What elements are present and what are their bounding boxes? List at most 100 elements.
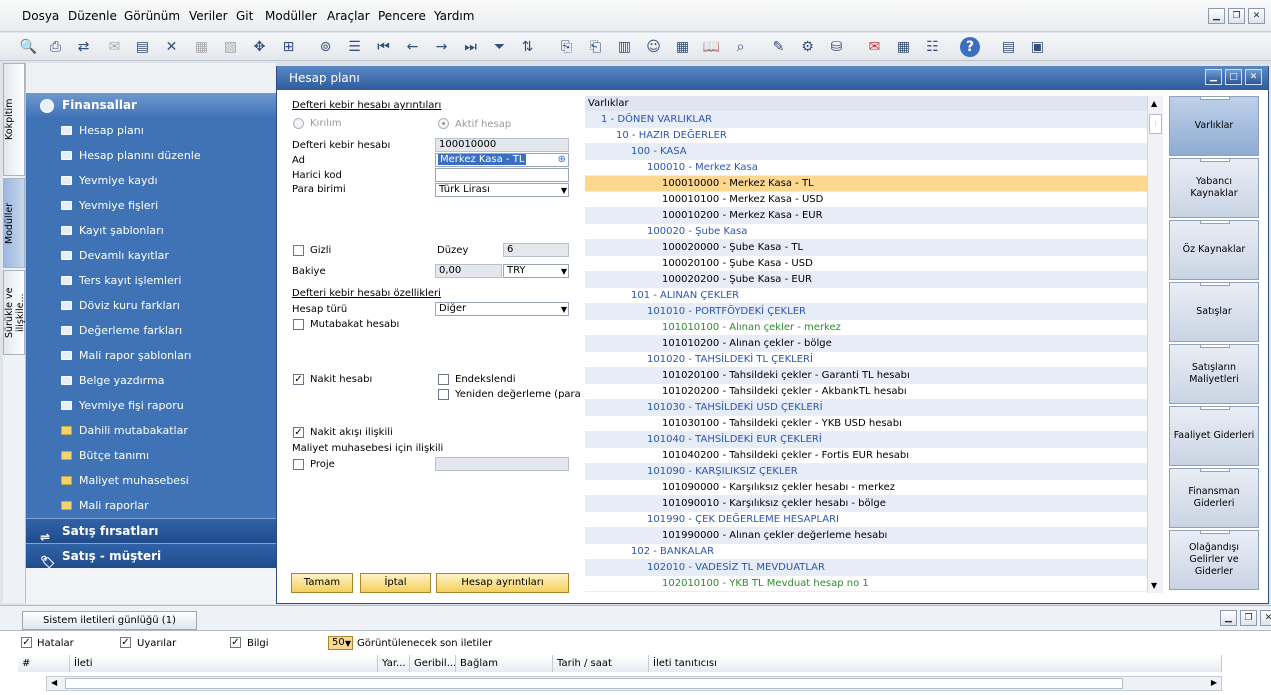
message-count-select[interactable]: 50 ▼ bbox=[328, 636, 353, 650]
next-record-icon[interactable]: → bbox=[431, 36, 452, 57]
tree-row[interactable]: 100020000 - Şube Kasa - TL bbox=[585, 240, 1147, 256]
tree-row[interactable]: 100010 - Merkez Kasa bbox=[585, 160, 1147, 176]
journal-icon[interactable]: ▥ bbox=[614, 36, 635, 57]
layout-icon[interactable]: ▣ bbox=[1027, 36, 1048, 57]
tree-row[interactable]: 102010 - VADESİZ TL MEVDUATLAR bbox=[585, 560, 1147, 576]
tree-row[interactable]: 1 - DÖNEN VARLIKLAR bbox=[585, 112, 1147, 128]
ad-field[interactable]: Merkez Kasa - TL ⊕ bbox=[435, 153, 569, 167]
log-minimize-icon[interactable]: ▁ bbox=[1220, 610, 1237, 626]
tree-row[interactable]: 101040 - TAHSİLDEKİ EUR ÇEKLERİ bbox=[585, 432, 1147, 448]
gl-account-field[interactable]: 100010000 bbox=[435, 138, 569, 152]
bakiye-field[interactable]: 0,00 bbox=[435, 264, 502, 278]
scroll-left-icon[interactable]: ◀ bbox=[51, 678, 57, 687]
hscroll-thumb[interactable] bbox=[65, 678, 1123, 689]
tree-row[interactable]: 101040200 - Tahsildeki çekler - Fortis E… bbox=[585, 448, 1147, 464]
menu-gorunum[interactable]: Görünüm bbox=[124, 9, 180, 23]
nav-item[interactable]: Belge yazdırma bbox=[79, 374, 164, 387]
users-icon[interactable]: ☺ bbox=[643, 36, 664, 57]
tree-row[interactable]: 101030100 - Tahsildeki çekler - YKB USD … bbox=[585, 416, 1147, 432]
log-restore-icon[interactable]: ❐ bbox=[1240, 610, 1257, 626]
bilgi-checkbox[interactable]: ✓ bbox=[230, 637, 241, 648]
tamam-button[interactable]: Tamam bbox=[291, 573, 353, 593]
nav-item[interactable]: Döviz kuru farkları bbox=[79, 299, 180, 312]
para-birimi-select[interactable]: Türk Lirası ▼ bbox=[435, 183, 569, 197]
nakit-akisi-checkbox[interactable]: ✓ bbox=[293, 427, 304, 438]
bakiye-currency-select[interactable]: TRY ▼ bbox=[503, 264, 569, 278]
col-geribildirim[interactable]: Geribil... bbox=[410, 655, 456, 672]
menu-moduller[interactable]: Modüller bbox=[265, 9, 317, 23]
edit-icon[interactable]: ✎ bbox=[768, 36, 789, 57]
tree-row[interactable]: 101010100 - Alınan çekler - merkez bbox=[585, 320, 1147, 336]
first-record-icon[interactable]: ⏮ bbox=[373, 36, 394, 57]
drawer-tab[interactable]: Faaliyet Giderleri bbox=[1169, 406, 1259, 466]
filter-icon[interactable]: ⏷ bbox=[489, 36, 510, 57]
tree-row[interactable]: 100020 - Şube Kasa bbox=[585, 224, 1147, 240]
col-ileti[interactable]: İleti bbox=[70, 655, 378, 672]
menu-pencere[interactable]: Pencere bbox=[378, 9, 426, 23]
help-icon[interactable]: ? bbox=[960, 37, 980, 57]
form-settings-icon[interactable]: ▤ bbox=[998, 36, 1019, 57]
col-yardim[interactable]: Yar... bbox=[378, 655, 410, 672]
pdf-icon[interactable]: ▧ bbox=[220, 36, 241, 57]
scroll-thumb[interactable]: ⋮ bbox=[1149, 114, 1162, 134]
chart-icon[interactable]: ▦ bbox=[672, 36, 693, 57]
window-minimize-icon[interactable]: ▁ bbox=[1205, 69, 1222, 85]
nav-section-satis-musteri[interactable]: 🏷 Satış - müşteri bbox=[26, 543, 276, 569]
radio-aktif-hesap[interactable] bbox=[438, 118, 449, 129]
base-document-icon[interactable]: ⎘ bbox=[556, 36, 577, 57]
nav-item[interactable]: Kayıt şablonları bbox=[79, 224, 164, 237]
drawer-tab[interactable]: Yabancı Kaynaklar bbox=[1169, 158, 1259, 218]
previous-record-icon[interactable]: ← bbox=[402, 36, 423, 57]
nav-section-finansallar[interactable]: Finansallar bbox=[26, 93, 276, 118]
nav-item[interactable]: Dahili mutabakatlar bbox=[79, 424, 188, 437]
tab-system-log[interactable]: Sistem iletileri günlüğü (1) bbox=[22, 611, 197, 630]
uyarilar-checkbox[interactable]: ✓ bbox=[120, 637, 131, 648]
menu-araclar[interactable]: Araçlar bbox=[327, 9, 370, 23]
tree-row[interactable]: 101990 - ÇEK DEĞERLEME HESAPLARI bbox=[585, 512, 1147, 528]
nav-item[interactable]: Mali raporlar bbox=[79, 499, 149, 512]
add-icon[interactable]: ☰ bbox=[344, 36, 365, 57]
scroll-right-icon[interactable]: ▶ bbox=[1211, 678, 1217, 687]
yeniden-degerleme-checkbox[interactable] bbox=[438, 389, 449, 400]
window-close-icon[interactable]: ✕ bbox=[1245, 69, 1262, 85]
nav-item[interactable]: Hesap planını düzenle bbox=[79, 149, 201, 162]
lock-icon[interactable]: ⊞ bbox=[278, 36, 299, 57]
restore-icon[interactable]: ❐ bbox=[1228, 8, 1245, 24]
tree-row[interactable]: 101 - ALINAN ÇEKLER bbox=[585, 288, 1147, 304]
duzey-field[interactable]: 6 bbox=[503, 243, 569, 257]
last-record-icon[interactable]: ⏭ bbox=[460, 36, 481, 57]
drawer-tab[interactable]: Finansman Giderleri bbox=[1169, 468, 1259, 528]
menu-veriler[interactable]: Veriler bbox=[189, 9, 228, 23]
scroll-down-icon[interactable]: ▼ bbox=[1151, 581, 1157, 590]
menu-yardim[interactable]: Yardım bbox=[434, 9, 474, 23]
col-number[interactable]: # bbox=[18, 655, 70, 672]
tree-row[interactable]: 101030 - TAHSİLDEKİ USD ÇEKLERİ bbox=[585, 400, 1147, 416]
tree-row[interactable]: 101090000 - Karşılıksız çekler hesabı - … bbox=[585, 480, 1147, 496]
settings-icon[interactable]: ⚙ bbox=[797, 36, 818, 57]
tree-row[interactable]: 101090 - KARŞILIKSIZ ÇEKLER bbox=[585, 464, 1147, 480]
proje-field[interactable] bbox=[435, 457, 569, 471]
preview-icon[interactable]: 🔍 bbox=[18, 36, 39, 57]
col-tarih-saat[interactable]: Tarih / saat bbox=[553, 655, 649, 672]
word-icon[interactable]: ▦ bbox=[191, 36, 212, 57]
nav-section-satis-firsatlari[interactable]: ⇌ Satış fırsatları bbox=[26, 518, 276, 544]
tree-scrollbar[interactable]: ▲ ⋮ ▼ bbox=[1147, 96, 1163, 593]
drawer-tab[interactable]: Satışların Maliyetleri bbox=[1169, 344, 1259, 404]
tree-row[interactable]: 101990000 - Alınan çekler değerleme hesa… bbox=[585, 528, 1147, 544]
col-ileti-tanitici[interactable]: İleti tanıtıcısı bbox=[649, 655, 1222, 672]
nav-item[interactable]: Hesap planı bbox=[79, 124, 144, 137]
drawer-tab[interactable]: Varlıklar bbox=[1169, 96, 1259, 156]
sort-icon[interactable]: ⇅ bbox=[517, 36, 538, 57]
excel-icon[interactable]: ✕ bbox=[161, 36, 182, 57]
proje-checkbox[interactable] bbox=[293, 459, 304, 470]
tab-kokpitim[interactable]: Kokpitim bbox=[3, 63, 25, 176]
tree-row[interactable]: 100020200 - Şube Kasa - EUR bbox=[585, 272, 1147, 288]
tab-surukle-iliskile[interactable]: Sürükle ve ilişkile... bbox=[3, 270, 26, 355]
print-preview-icon[interactable]: ▤ bbox=[132, 36, 153, 57]
tree-row[interactable]: 10 - HAZIR DEĞERLER bbox=[585, 128, 1147, 144]
menu-git[interactable]: Git bbox=[236, 9, 253, 23]
nav-item[interactable]: Değerleme farkları bbox=[79, 324, 182, 337]
col-baglam[interactable]: Bağlam bbox=[456, 655, 553, 672]
tree-row[interactable]: 101010200 - Alınan çekler - bölge bbox=[585, 336, 1147, 352]
network-icon[interactable]: ☷ bbox=[922, 36, 943, 57]
